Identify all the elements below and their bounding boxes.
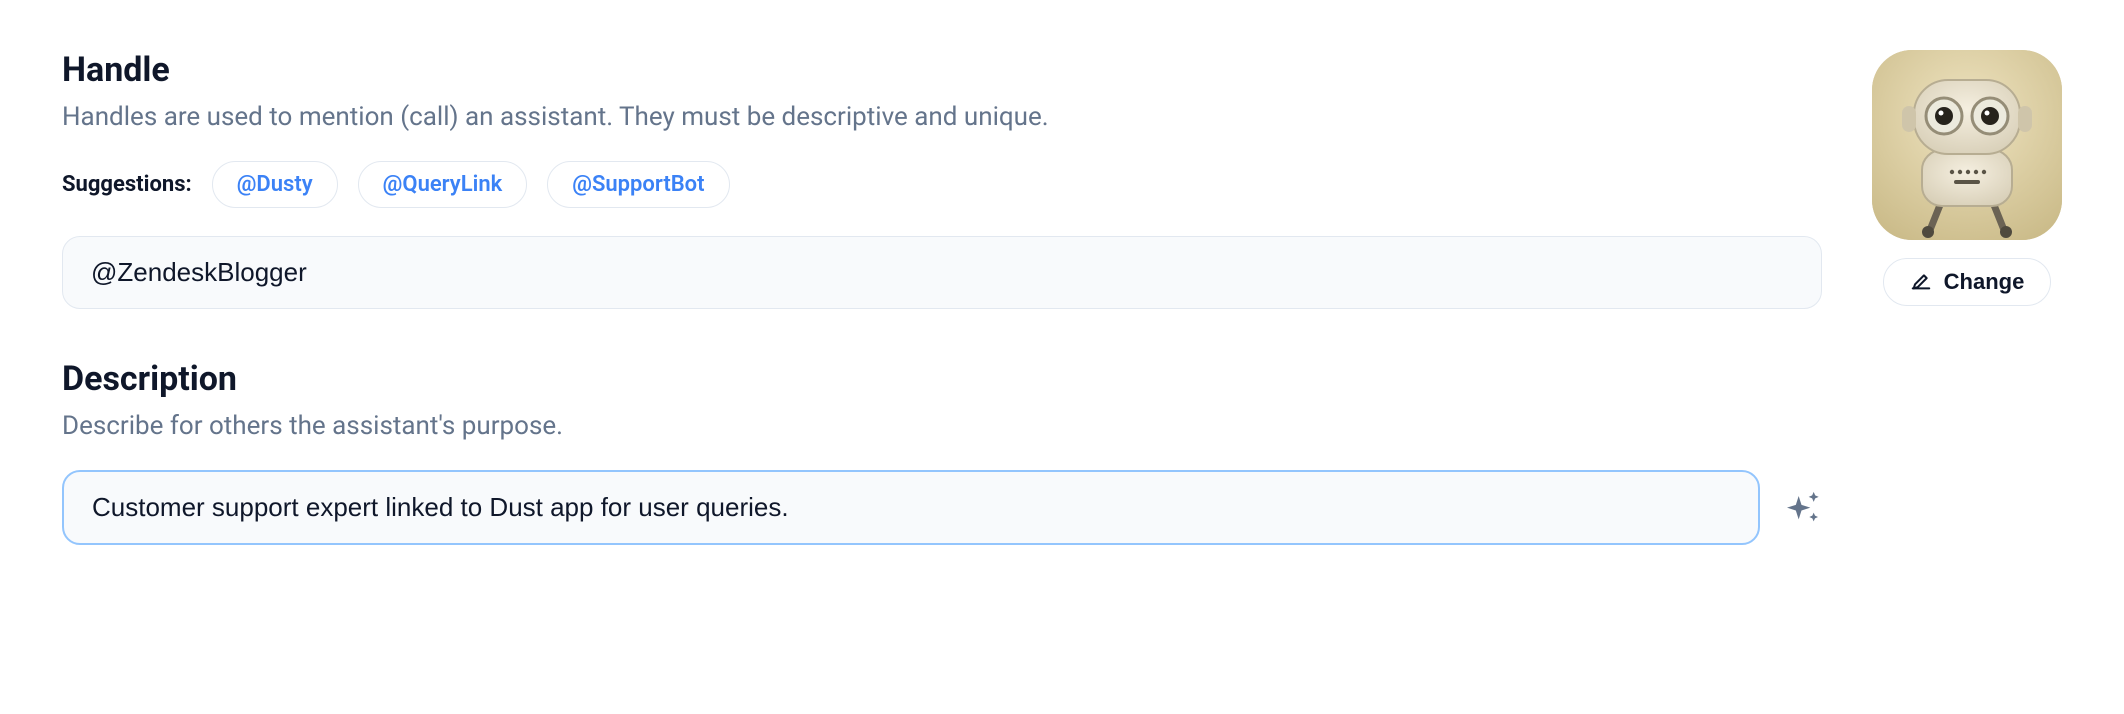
description-title: Description	[62, 359, 1822, 399]
pencil-icon	[1910, 271, 1932, 293]
handle-title: Handle	[62, 50, 1822, 90]
change-avatar-button[interactable]: Change	[1883, 258, 2052, 306]
suggestions-row: Suggestions: @Dusty @QueryLink @SupportB…	[62, 161, 1822, 208]
avatar	[1872, 50, 2062, 240]
suggestions-label: Suggestions:	[62, 172, 192, 197]
suggestion-chip[interactable]: @Dusty	[212, 161, 338, 208]
description-subtitle: Describe for others the assistant's purp…	[62, 409, 1822, 444]
suggestion-chip[interactable]: @SupportBot	[547, 161, 729, 208]
handle-input[interactable]	[62, 236, 1822, 309]
description-input[interactable]	[62, 470, 1760, 545]
suggestion-chip[interactable]: @QueryLink	[358, 161, 528, 208]
handle-subtitle: Handles are used to mention (call) an as…	[62, 100, 1822, 135]
sparkle-icon[interactable]	[1782, 486, 1822, 530]
change-avatar-label: Change	[1944, 269, 2025, 295]
